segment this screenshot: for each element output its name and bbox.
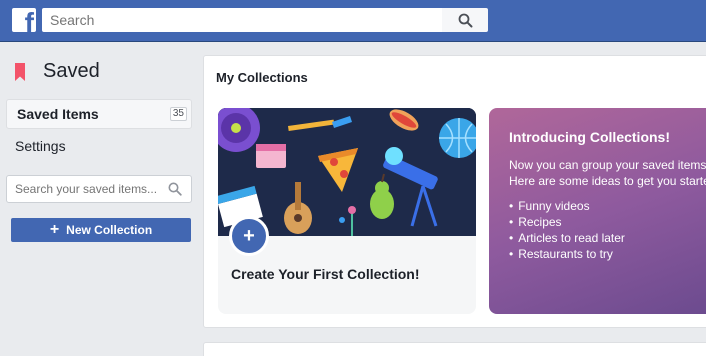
add-collection-badge[interactable]: + — [229, 216, 269, 256]
plus-icon: + — [49, 221, 60, 238]
search-icon — [168, 182, 182, 196]
saved-search-input[interactable] — [15, 181, 165, 197]
intro-title: Introducing Collections! — [509, 129, 670, 145]
sidebar-item-saved-items[interactable]: Saved Items 35 — [6, 99, 192, 129]
intro-body-line: Here are some ideas to get you starte — [509, 174, 706, 188]
list-item: Articles to read later — [509, 230, 625, 246]
top-bar: f — [0, 0, 706, 42]
search-button[interactable] — [442, 8, 488, 32]
facebook-logo[interactable]: f — [12, 8, 36, 32]
new-collection-label: New Collection — [66, 223, 153, 237]
list-item: Restaurants to try — [509, 246, 625, 262]
ideas-list: Funny videos Recipes Articles to read la… — [509, 198, 625, 262]
create-collection-label: Create Your First Collection! — [231, 266, 420, 282]
intro-body: Now you can group your saved items Here … — [509, 157, 706, 189]
sidebar-header: Saved — [14, 60, 100, 83]
list-item: Recipes — [509, 214, 625, 230]
search-icon — [458, 13, 472, 27]
section-heading: My Collections — [216, 70, 308, 85]
bookmark-icon — [15, 62, 25, 81]
saved-search-box[interactable] — [6, 175, 192, 203]
count-badge: 35 — [169, 107, 187, 121]
saved-items-panel — [203, 342, 706, 356]
search-input[interactable] — [42, 8, 442, 32]
list-item: Funny videos — [509, 198, 625, 214]
sidebar-item-settings[interactable]: Settings — [15, 138, 66, 154]
intro-body-line: Now you can group your saved items — [509, 158, 706, 172]
logo-letter: f — [24, 8, 34, 33]
page-title: Saved — [43, 60, 100, 82]
new-collection-button[interactable]: + New Collection — [11, 218, 191, 242]
collections-panel: My Collections + Create Your First Colle… — [203, 55, 706, 328]
create-collection-card[interactable]: + Create Your First Collection! — [218, 108, 476, 314]
sidebar-item-label: Saved Items — [17, 106, 99, 122]
intro-collections-card: Introducing Collections! Now you can gro… — [489, 108, 706, 314]
